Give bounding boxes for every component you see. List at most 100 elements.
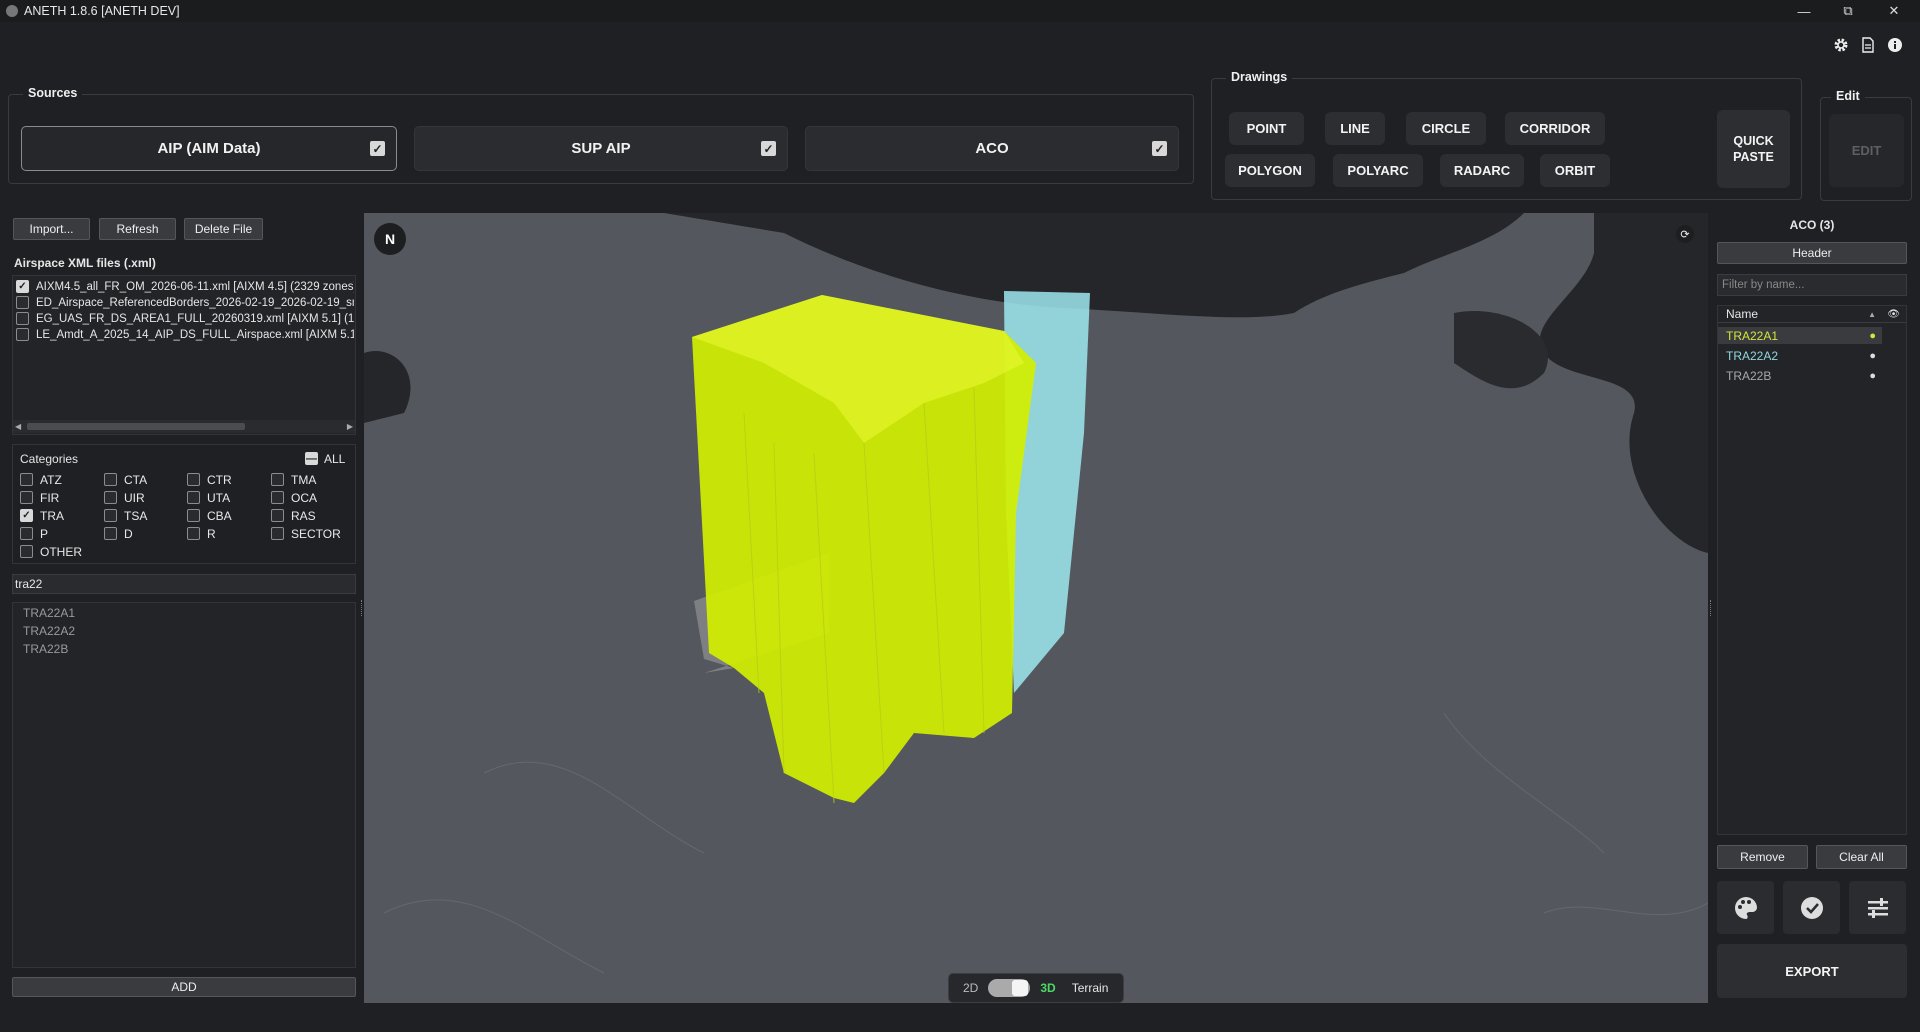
add-button[interactable]: ADD xyxy=(12,977,356,997)
category-checkbox[interactable]: ✓ xyxy=(20,509,33,522)
category-uta[interactable]: UTA xyxy=(187,490,230,505)
category-tsa[interactable]: TSA xyxy=(104,508,147,523)
draw-line-button[interactable]: LINE xyxy=(1325,112,1385,145)
draw-point-button[interactable]: POINT xyxy=(1229,112,1304,145)
category-other[interactable]: OTHER xyxy=(20,544,82,559)
source-sup-aip-checkbox[interactable]: ✓ xyxy=(761,141,776,156)
source-aco-button[interactable]: ACO ✓ xyxy=(805,126,1179,171)
category-checkbox[interactable] xyxy=(187,509,200,522)
refresh-icon[interactable]: ⟳ xyxy=(1676,225,1694,243)
minimize-button[interactable]: — xyxy=(1782,0,1826,22)
source-sup-aip-button[interactable]: SUP AIP ✓ xyxy=(414,126,788,171)
palette-button[interactable] xyxy=(1717,881,1774,934)
close-window-button[interactable]: ✕ xyxy=(1872,0,1916,22)
category-r[interactable]: R xyxy=(187,526,216,541)
category-all[interactable]: — ALL xyxy=(305,451,345,466)
result-item[interactable]: TRA22B xyxy=(23,642,68,656)
category-checkbox[interactable] xyxy=(20,473,33,486)
category-checkbox[interactable] xyxy=(20,545,33,558)
filter-input[interactable]: Filter by name... xyxy=(1717,274,1907,296)
column-name-header[interactable]: Name xyxy=(1726,307,1758,321)
draw-polyarc-button[interactable]: POLYARC xyxy=(1333,154,1423,187)
source-aip-checkbox[interactable]: ✓ xyxy=(370,141,385,156)
aco-row[interactable]: TRA22A2 ● xyxy=(1718,347,1882,364)
export-button[interactable]: EXPORT xyxy=(1717,944,1907,998)
category-checkbox[interactable] xyxy=(104,527,117,540)
mode-2d-label[interactable]: 2D xyxy=(963,981,978,995)
right-splitter-handle[interactable] xyxy=(1710,600,1712,616)
category-tma[interactable]: TMA xyxy=(271,472,316,487)
result-item[interactable]: TRA22A1 xyxy=(23,606,75,620)
map-canvas[interactable] xyxy=(364,213,1708,1003)
category-cba[interactable]: CBA xyxy=(187,508,232,523)
eye-icon[interactable]: 👁 xyxy=(1887,309,1900,320)
draw-orbit-button[interactable]: ORBIT xyxy=(1540,154,1610,187)
category-checkbox[interactable] xyxy=(20,527,33,540)
aco-row[interactable]: TRA22A1 ● xyxy=(1718,327,1882,344)
draw-radarc-button[interactable]: RADARC xyxy=(1440,154,1524,187)
category-checkbox[interactable] xyxy=(271,473,284,486)
north-compass-button[interactable]: N xyxy=(374,223,406,255)
category-uir[interactable]: UIR xyxy=(104,490,145,505)
category-tra[interactable]: ✓ TRA xyxy=(20,508,64,523)
category-checkbox[interactable] xyxy=(271,491,284,504)
import-button[interactable]: Import... xyxy=(13,218,90,240)
result-item[interactable]: TRA22A2 xyxy=(23,624,75,638)
scroll-right-icon[interactable]: ▶ xyxy=(347,422,353,431)
category-oca[interactable]: OCA xyxy=(271,490,317,505)
category-checkbox[interactable] xyxy=(187,473,200,486)
category-sector[interactable]: SECTOR xyxy=(271,526,341,541)
draw-corridor-button[interactable]: CORRIDOR xyxy=(1505,112,1605,145)
delete-file-button[interactable]: Delete File xyxy=(184,218,263,240)
mode-switch[interactable] xyxy=(988,979,1031,997)
category-d[interactable]: D xyxy=(104,526,133,541)
category-cta[interactable]: CTA xyxy=(104,472,147,487)
gear-icon[interactable] xyxy=(1832,36,1850,54)
scroll-thumb[interactable] xyxy=(27,423,245,430)
eye-icon[interactable]: ● xyxy=(1869,370,1876,382)
mode-3d-label[interactable]: 3D xyxy=(1040,981,1055,995)
category-fir[interactable]: FIR xyxy=(20,490,59,505)
file-checkbox[interactable] xyxy=(16,328,29,341)
refresh-button[interactable]: Refresh xyxy=(99,218,176,240)
category-p[interactable]: P xyxy=(20,526,48,541)
left-splitter-handle[interactable] xyxy=(361,600,363,616)
category-checkbox[interactable] xyxy=(271,527,284,540)
category-checkbox[interactable] xyxy=(104,491,117,504)
all-checkbox[interactable]: — xyxy=(305,452,318,465)
edit-button[interactable]: EDIT xyxy=(1829,114,1904,187)
file-checkbox[interactable] xyxy=(16,296,29,309)
clear-all-button[interactable]: Clear All xyxy=(1816,845,1907,869)
file-checkbox[interactable] xyxy=(16,312,29,325)
scroll-left-icon[interactable]: ◀ xyxy=(15,422,21,431)
validate-button[interactable] xyxy=(1783,881,1840,934)
category-checkbox[interactable] xyxy=(271,509,284,522)
category-checkbox[interactable] xyxy=(104,473,117,486)
quick-paste-button[interactable]: QUICK PASTE xyxy=(1717,110,1790,188)
map-view[interactable]: N ⟳ xyxy=(364,213,1708,1003)
category-checkbox[interactable] xyxy=(20,491,33,504)
category-checkbox[interactable] xyxy=(187,491,200,504)
search-input[interactable]: tra22 xyxy=(12,574,356,594)
category-atz[interactable]: ATZ xyxy=(20,472,62,487)
view-mode-toggle[interactable]: 2D 3D Terrain xyxy=(948,973,1124,1003)
eye-icon[interactable]: ● xyxy=(1869,350,1876,362)
info-icon[interactable] xyxy=(1886,36,1904,54)
header-button[interactable]: Header xyxy=(1717,242,1907,264)
category-ctr[interactable]: CTR xyxy=(187,472,232,487)
draw-circle-button[interactable]: CIRCLE xyxy=(1406,112,1486,145)
settings-sliders-button[interactable] xyxy=(1849,881,1906,934)
category-checkbox[interactable] xyxy=(187,527,200,540)
mode-switch-knob[interactable] xyxy=(1012,980,1029,996)
source-aco-checkbox[interactable]: ✓ xyxy=(1152,141,1167,156)
restore-button[interactable]: ⧉ xyxy=(1826,0,1870,22)
file-item[interactable]: LE_Amdt_A_2025_14_AIP_DS_FULL_Airspace.x… xyxy=(16,327,354,342)
file-item[interactable]: ED_Airspace_ReferencedBorders_2026-02-19… xyxy=(16,295,354,310)
document-icon[interactable] xyxy=(1859,36,1877,54)
remove-button[interactable]: Remove xyxy=(1717,845,1808,869)
terrain-label[interactable]: Terrain xyxy=(1072,981,1109,995)
files-hscrollbar[interactable]: ◀ ▶ xyxy=(13,420,355,433)
file-checkbox[interactable]: ✓ xyxy=(16,280,29,293)
aco-row[interactable]: TRA22B ● xyxy=(1718,367,1882,384)
category-checkbox[interactable] xyxy=(104,509,117,522)
